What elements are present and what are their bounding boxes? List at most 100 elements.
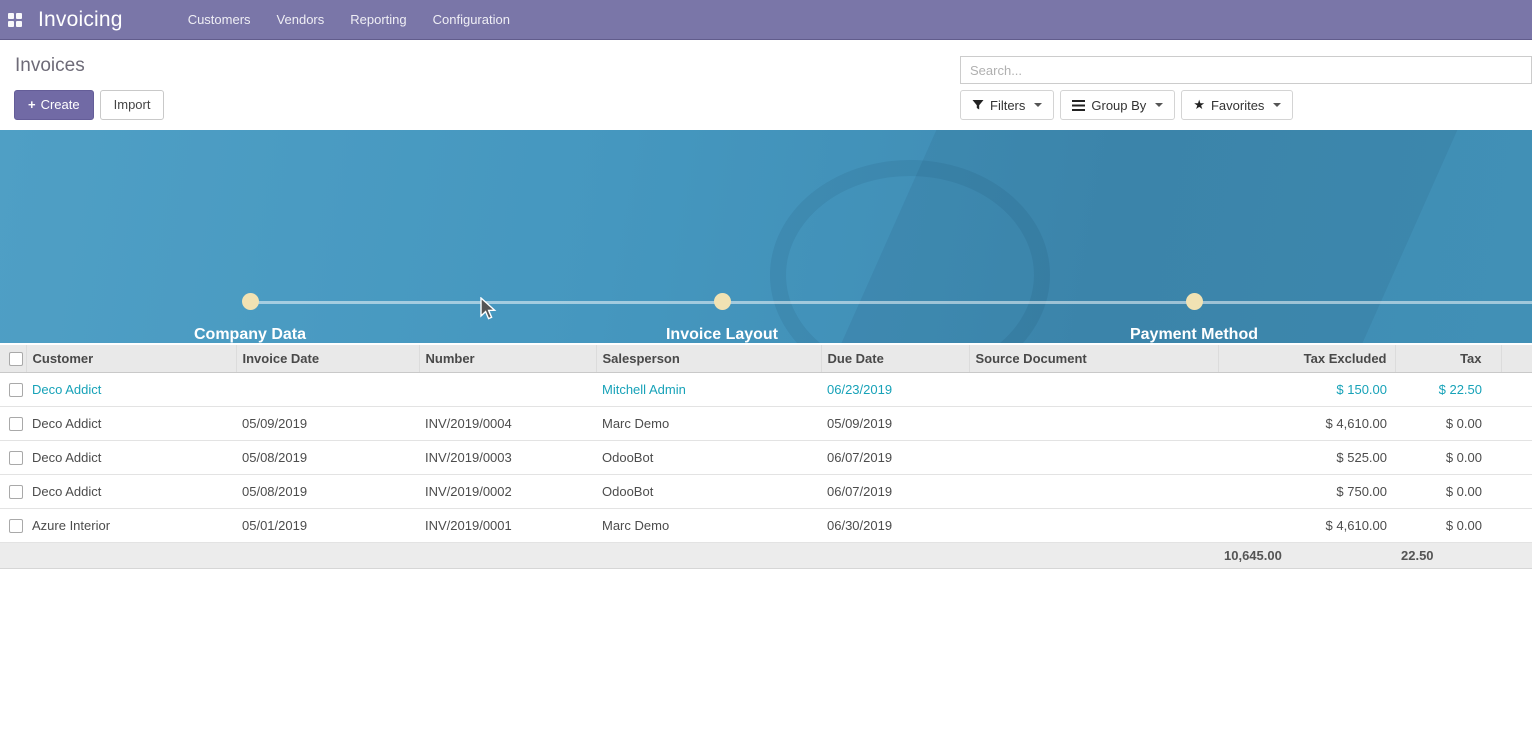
action-buttons: +Create Import: [14, 90, 164, 120]
step-title: Invoice Layout: [572, 326, 872, 343]
plus-icon: +: [28, 97, 36, 112]
cell-tax: $ 0.00: [1395, 441, 1501, 475]
cell-invoice-date: 05/08/2019: [236, 475, 419, 509]
cell-salesperson: OdooBot: [596, 441, 821, 475]
nav-item-reporting[interactable]: Reporting: [337, 0, 419, 40]
cell-source-document: [969, 475, 1218, 509]
table-row[interactable]: Deco Addict 05/09/2019 INV/2019/0004 Mar…: [0, 407, 1532, 441]
totals-row: 10,645.00 22.50: [0, 543, 1532, 569]
cell-number: INV/2019/0001: [419, 509, 596, 543]
favorites-button[interactable]: ★ Favorites: [1181, 90, 1293, 120]
cell-tax: $ 0.00: [1395, 475, 1501, 509]
column-header-salesperson[interactable]: Salesperson: [596, 345, 821, 373]
cell-number: INV/2019/0004: [419, 407, 596, 441]
cell-customer: Deco Addict: [26, 373, 236, 407]
cell-tax-excluded: $ 150.00: [1218, 373, 1395, 407]
table-header-row: Customer Invoice Date Number Salesperson…: [0, 345, 1532, 373]
column-header-tax[interactable]: Tax: [1395, 345, 1501, 373]
row-checkbox[interactable]: [9, 485, 23, 499]
cell-customer: Deco Addict: [26, 475, 236, 509]
cell-due-date: 06/30/2019: [821, 509, 969, 543]
cell-number: INV/2019/0003: [419, 441, 596, 475]
apps-grid-icon[interactable]: [8, 13, 22, 27]
step-dot-icon: [1186, 293, 1203, 310]
cell-invoice-date: 05/09/2019: [236, 407, 419, 441]
cell-invoice-date: 05/01/2019: [236, 509, 419, 543]
select-all-checkbox[interactable]: [9, 352, 23, 366]
cell-customer: Azure Interior: [26, 509, 236, 543]
column-header-invoice-date[interactable]: Invoice Date: [236, 345, 419, 373]
step-title: Company Data: [100, 326, 400, 343]
cell-due-date: 06/23/2019: [821, 373, 969, 407]
total-tax-excluded: 10,645.00: [1218, 543, 1395, 569]
row-checkbox[interactable]: [9, 451, 23, 465]
step-dot-icon: [242, 293, 259, 310]
table-row[interactable]: Deco Addict 05/08/2019 INV/2019/0003 Odo…: [0, 441, 1532, 475]
cell-salesperson: Mitchell Admin: [596, 373, 821, 407]
column-header-tax-excluded[interactable]: Tax Excluded: [1218, 345, 1395, 373]
cell-source-document: [969, 407, 1218, 441]
cell-tax-excluded: $ 525.00: [1218, 441, 1395, 475]
onboarding-step-company-data: Company Data Set your company's data for…: [100, 293, 400, 343]
column-header-source-document[interactable]: Source Document: [969, 345, 1218, 373]
cell-tax: $ 0.00: [1395, 509, 1501, 543]
group-by-button[interactable]: Group By: [1060, 90, 1175, 120]
column-header-spacer: [1501, 345, 1532, 373]
select-all-header[interactable]: [0, 345, 26, 373]
step-title: Payment Method: [1044, 326, 1344, 343]
cell-source-document: [969, 373, 1218, 407]
chevron-down-icon: [1034, 103, 1042, 107]
cell-source-document: [969, 509, 1218, 543]
column-header-customer[interactable]: Customer: [26, 345, 236, 373]
cell-due-date: 05/09/2019: [821, 407, 969, 441]
search-filter-buttons: Filters Group By ★ Favorites: [960, 90, 1299, 120]
table-row[interactable]: Deco Addict Mitchell Admin 06/23/2019 $ …: [0, 373, 1532, 407]
cell-number: [419, 373, 596, 407]
table-row[interactable]: Deco Addict 05/08/2019 INV/2019/0002 Odo…: [0, 475, 1532, 509]
cell-invoice-date: 05/08/2019: [236, 441, 419, 475]
row-checkbox[interactable]: [9, 417, 23, 431]
cell-salesperson: Marc Demo: [596, 407, 821, 441]
step-dot-icon: [714, 293, 731, 310]
cell-tax: $ 0.00: [1395, 407, 1501, 441]
cell-customer: Deco Addict: [26, 407, 236, 441]
row-checkbox[interactable]: [9, 383, 23, 397]
search-input[interactable]: [960, 56, 1532, 84]
control-panel: Invoices +Create Import Filters Group By…: [0, 41, 1532, 130]
cell-customer: Deco Addict: [26, 441, 236, 475]
mouse-cursor: [478, 297, 498, 321]
nav-item-configuration[interactable]: Configuration: [420, 0, 523, 40]
onboarding-step-payment-method: Payment Method Configure your payment me…: [1044, 293, 1344, 343]
total-tax: 22.50: [1395, 543, 1501, 569]
row-checkbox[interactable]: [9, 519, 23, 533]
import-button[interactable]: Import: [100, 90, 165, 120]
cell-salesperson: OdooBot: [596, 475, 821, 509]
onboarding-step-invoice-layout: Invoice Layout Customize the look of you…: [572, 293, 872, 343]
cell-tax-excluded: $ 4,610.00: [1218, 407, 1395, 441]
column-header-number[interactable]: Number: [419, 345, 596, 373]
cell-number: INV/2019/0002: [419, 475, 596, 509]
column-header-due-date[interactable]: Due Date: [821, 345, 969, 373]
page-title: Invoices: [15, 55, 85, 77]
filters-button[interactable]: Filters: [960, 90, 1054, 120]
nav-item-vendors[interactable]: Vendors: [264, 0, 338, 40]
cell-tax: $ 22.50: [1395, 373, 1501, 407]
create-button[interactable]: +Create: [14, 90, 94, 120]
table-row[interactable]: Azure Interior 05/01/2019 INV/2019/0001 …: [0, 509, 1532, 543]
chevron-down-icon: [1155, 103, 1163, 107]
funnel-icon: [972, 99, 984, 111]
top-navbar: Invoicing Customers Vendors Reporting Co…: [0, 0, 1532, 40]
invoice-list: Customer Invoice Date Number Salesperson…: [0, 345, 1532, 569]
app-title: Invoicing: [38, 8, 123, 32]
star-icon: ★: [1193, 97, 1205, 113]
cell-tax-excluded: $ 4,610.00: [1218, 509, 1395, 543]
cell-source-document: [969, 441, 1218, 475]
group-by-icon: [1072, 100, 1085, 111]
chevron-down-icon: [1273, 103, 1281, 107]
nav-item-customers[interactable]: Customers: [175, 0, 264, 40]
cell-invoice-date: [236, 373, 419, 407]
cell-salesperson: Marc Demo: [596, 509, 821, 543]
onboarding-banner: Company Data Set your company's data for…: [0, 130, 1532, 343]
cell-due-date: 06/07/2019: [821, 475, 969, 509]
cell-due-date: 06/07/2019: [821, 441, 969, 475]
